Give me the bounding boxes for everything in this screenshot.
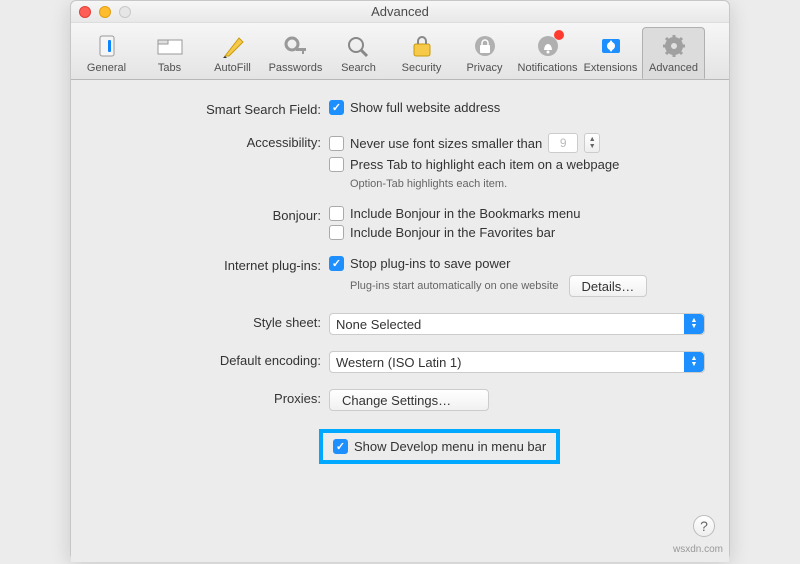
watermark: wsxdn.com [673, 544, 723, 555]
autofill-icon [217, 32, 249, 60]
tab-label: Advanced [649, 62, 698, 74]
tab-notifications[interactable]: Notifications [516, 27, 579, 79]
stylesheet-label: Style sheet: [95, 313, 329, 330]
plugin-details-button[interactable]: Details… [569, 275, 648, 297]
accessibility-label: Accessibility: [95, 133, 329, 150]
stop-plugins-label: Stop plug-ins to save power [350, 256, 510, 271]
passwords-icon [280, 32, 312, 60]
tab-search[interactable]: Search [327, 27, 390, 79]
notifications-icon [532, 32, 564, 60]
preferences-window: Advanced General Tabs AutoFill Password [70, 0, 730, 560]
stylesheet-value: None Selected [336, 317, 421, 332]
encoding-select[interactable]: Western (ISO Latin 1) ▲▼ [329, 351, 705, 373]
show-develop-label: Show Develop menu in menu bar [354, 439, 546, 454]
tab-label: Security [402, 62, 442, 74]
advanced-icon [658, 32, 690, 60]
bonjour-bookmarks-label: Include Bonjour in the Bookmarks menu [350, 206, 581, 221]
tab-label: Tabs [158, 62, 181, 74]
change-settings-button[interactable]: Change Settings… [329, 389, 489, 411]
tab-label: Privacy [466, 62, 502, 74]
tab-privacy[interactable]: Privacy [453, 27, 516, 79]
tab-general[interactable]: General [75, 27, 138, 79]
tab-extensions[interactable]: Extensions [579, 27, 642, 79]
smart-search-label: Smart Search Field: [95, 100, 329, 117]
press-tab-checkbox[interactable] [329, 157, 344, 172]
tab-security[interactable]: Security [390, 27, 453, 79]
security-icon [406, 32, 438, 60]
plugins-hint: Plug-ins start automatically on one webs… [350, 280, 559, 292]
proxies-label: Proxies: [95, 389, 329, 406]
general-icon [91, 32, 123, 60]
advanced-pane: Smart Search Field: Show full website ad… [71, 80, 729, 562]
window-title: Advanced [71, 4, 729, 19]
show-full-address-checkbox[interactable] [329, 100, 344, 115]
stop-plugins-checkbox[interactable] [329, 256, 344, 271]
show-develop-checkbox[interactable] [333, 439, 348, 454]
tab-passwords[interactable]: Passwords [264, 27, 327, 79]
chevron-updown-icon: ▲▼ [684, 352, 704, 372]
preferences-toolbar: General Tabs AutoFill Passwords Search [71, 23, 729, 80]
encoding-label: Default encoding: [95, 351, 329, 368]
min-font-stepper[interactable]: ▲▼ [584, 133, 600, 153]
tab-label: Passwords [269, 62, 323, 74]
tab-tabs[interactable]: Tabs [138, 27, 201, 79]
tab-label: Search [341, 62, 376, 74]
tab-label: AutoFill [214, 62, 251, 74]
privacy-icon [469, 32, 501, 60]
extensions-icon [595, 32, 627, 60]
stylesheet-select[interactable]: None Selected ▲▼ [329, 313, 705, 335]
min-font-value[interactable]: 9 [548, 133, 578, 153]
min-font-label: Never use font sizes smaller than [350, 136, 542, 151]
notification-badge-icon [554, 30, 564, 40]
help-button[interactable]: ? [693, 515, 715, 537]
tab-label: Extensions [584, 62, 638, 74]
bonjour-favorites-checkbox[interactable] [329, 225, 344, 240]
tab-autofill[interactable]: AutoFill [201, 27, 264, 79]
bonjour-favorites-label: Include Bonjour in the Favorites bar [350, 225, 555, 240]
tabs-icon [154, 32, 186, 60]
tab-advanced[interactable]: Advanced [642, 27, 705, 79]
search-icon [343, 32, 375, 60]
tab-label: Notifications [518, 62, 578, 74]
bonjour-label: Bonjour: [95, 206, 329, 223]
min-font-checkbox[interactable] [329, 136, 344, 151]
show-full-address-label: Show full website address [350, 100, 500, 115]
chevron-updown-icon: ▲▼ [684, 314, 704, 334]
develop-menu-highlight: Show Develop menu in menu bar [319, 429, 560, 464]
press-tab-label: Press Tab to highlight each item on a we… [350, 157, 619, 172]
encoding-value: Western (ISO Latin 1) [336, 355, 461, 370]
plugins-label: Internet plug-ins: [95, 256, 329, 273]
accessibility-hint: Option-Tab highlights each item. [350, 178, 705, 190]
bonjour-bookmarks-checkbox[interactable] [329, 206, 344, 221]
tab-label: General [87, 62, 126, 74]
titlebar: Advanced [71, 1, 729, 23]
